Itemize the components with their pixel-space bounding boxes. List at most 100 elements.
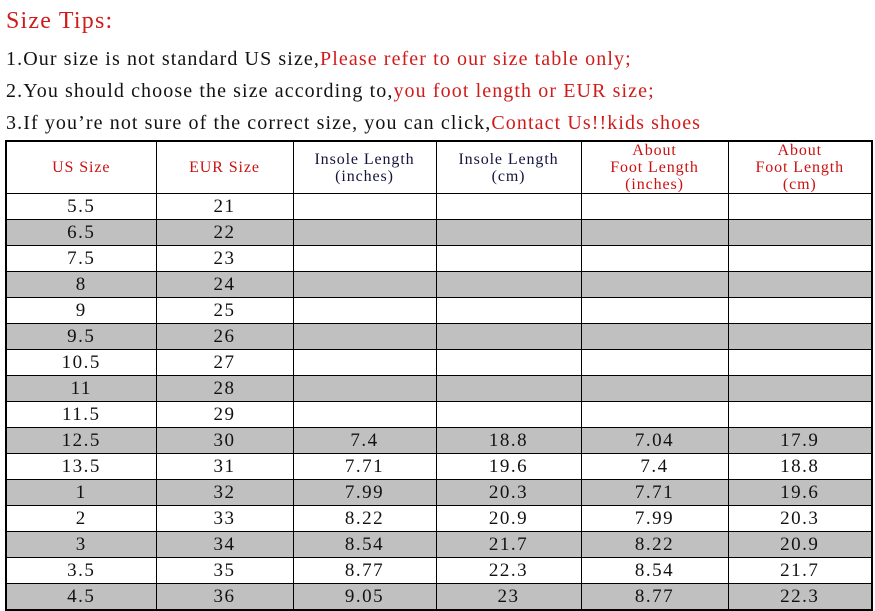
- cell-foot_in: [580, 271, 729, 298]
- table-row: 5.5 21: [5, 193, 873, 220]
- cell-us: 1: [5, 479, 157, 506]
- size-table-container: US Size EUR Size Insole Length (inches) Inso…: [5, 140, 873, 611]
- cell-foot_in: [580, 323, 729, 350]
- tip-1-number: 1.: [6, 48, 24, 70]
- tip-3-red-contact-link[interactable]: Contact Us!!kids shoes: [491, 112, 701, 134]
- cell-foot_cm: [727, 375, 873, 402]
- table-row: 12.5 30 7.4 18.8 7.04 17.9: [5, 427, 873, 454]
- cell-insole_in: [292, 245, 437, 272]
- cell-insole_in: [292, 193, 437, 220]
- cell-eur: 24: [155, 271, 294, 298]
- column-header-4-line-1: Foot Length: [610, 159, 699, 176]
- cell-foot_in: [580, 375, 729, 402]
- cell-us: 7.5: [5, 245, 157, 272]
- column-header-5-line-2: (cm): [782, 176, 817, 193]
- table-row: 10.5 27: [5, 349, 873, 376]
- tip-3-black-text: If you’re not sure of the correct size, …: [23, 112, 492, 134]
- cell-us: 6.5: [5, 219, 157, 246]
- cell-foot_cm: [727, 323, 873, 350]
- cell-foot_in: [580, 193, 729, 220]
- size-tips-heading: Size Tips:: [6, 8, 114, 34]
- cell-eur: 28: [155, 375, 294, 402]
- column-header-5-line-1: Foot Length: [755, 159, 845, 176]
- table-row: 13.5 31 7.71 19.6 7.4 18.8: [5, 453, 873, 480]
- table-row: 9 25: [5, 297, 873, 324]
- cell-foot_cm: 20.3: [727, 505, 873, 532]
- table-row: 3 34 8.54 21.7 8.22 20.9: [5, 531, 873, 558]
- cell-us: 8: [5, 271, 157, 298]
- tip-1-black-text: Our size is not standard US size,: [23, 48, 321, 70]
- cell-insole_cm: 20.9: [435, 505, 582, 532]
- table-row: 9.5 26: [5, 323, 873, 350]
- size-table-body: 5.5 21 6.5 22 7.5 23 8 24 9 25 9.5 26 10.5 27 11 28 11.5…: [5, 193, 873, 611]
- cell-foot_in: 8.22: [580, 531, 729, 558]
- cell-insole_cm: 20.3: [435, 479, 582, 506]
- cell-eur: 32: [155, 479, 294, 506]
- cell-foot_cm: [727, 349, 873, 376]
- cell-us: 4.5: [5, 583, 157, 611]
- cell-us: 12.5: [5, 427, 157, 454]
- cell-insole_in: [292, 349, 437, 376]
- cell-us: 3.5: [5, 557, 157, 584]
- cell-insole_cm: [435, 193, 582, 220]
- table-row: 11.5 29: [5, 401, 873, 428]
- cell-eur: 34: [155, 531, 294, 558]
- table-row: 6.5 22: [5, 219, 873, 246]
- cell-foot_in: 7.04: [580, 427, 729, 454]
- tip-3-number: 3.: [6, 112, 24, 134]
- cell-eur: 30: [155, 427, 294, 454]
- cell-eur: 21: [155, 193, 294, 220]
- table-row: 8 24: [5, 271, 873, 298]
- cell-insole_cm: [435, 219, 582, 246]
- cell-foot_cm: 17.9: [727, 427, 873, 454]
- table-row: 4.5 36 9.05 23 8.77 22.3: [5, 583, 873, 611]
- cell-insole_cm: 22.3: [435, 557, 582, 584]
- cell-eur: 33: [155, 505, 294, 532]
- column-header-1-line-0: EUR Size: [189, 159, 260, 176]
- cell-us: 2: [5, 505, 157, 532]
- cell-insole_in: 7.4: [292, 427, 437, 454]
- cell-foot_cm: 22.3: [727, 583, 873, 611]
- cell-insole_in: 9.05: [292, 583, 437, 611]
- tip-1-red-text: Please refer to our size table only;: [320, 48, 632, 70]
- cell-foot_in: [580, 401, 729, 428]
- cell-eur: 23: [155, 245, 294, 272]
- cell-insole_cm: 23: [435, 583, 582, 611]
- column-header-2: Insole Length (inches): [292, 140, 437, 194]
- cell-insole_in: 8.54: [292, 531, 437, 558]
- column-header-3-line-1: (cm): [491, 167, 526, 185]
- size-table-head: US Size EUR Size Insole Length (inches) Inso…: [5, 140, 873, 194]
- cell-us: 11.5: [5, 401, 157, 428]
- table-row: 3.5 35 8.77 22.3 8.54 21.7: [5, 557, 873, 584]
- cell-eur: 27: [155, 349, 294, 376]
- cell-foot_in: 7.99: [580, 505, 729, 532]
- tip-line-1: 1.Our size is not standard US size,Pleas…: [6, 47, 632, 71]
- cell-foot_cm: 21.7: [727, 557, 873, 584]
- cell-foot_cm: [727, 193, 873, 220]
- column-header-5: About Foot Length (cm): [727, 140, 873, 194]
- cell-us: 13.5: [5, 453, 157, 480]
- cell-us: 11: [5, 375, 157, 402]
- cell-us: 3: [5, 531, 157, 558]
- cell-insole_cm: [435, 349, 582, 376]
- cell-insole_in: [292, 401, 437, 428]
- tip-2-number: 2.: [6, 80, 24, 102]
- tip-2-red-text: you foot length or EUR size;: [393, 80, 655, 102]
- size-table: US Size EUR Size Insole Length (inches) Inso…: [5, 140, 873, 611]
- table-header-row: US Size EUR Size Insole Length (inches) Inso…: [5, 140, 873, 194]
- cell-insole_cm: 18.8: [435, 427, 582, 454]
- cell-insole_cm: [435, 323, 582, 350]
- cell-insole_in: 8.77: [292, 557, 437, 584]
- cell-insole_in: [292, 297, 437, 324]
- size-tips-section: Size Tips: 1.Our size is not standard US…: [0, 0, 875, 140]
- column-header-1: EUR Size: [155, 140, 294, 194]
- column-header-0: US Size: [5, 140, 157, 194]
- tip-line-3: 3.If you’re not sure of the correct size…: [6, 111, 701, 135]
- cell-insole_in: 7.71: [292, 453, 437, 480]
- cell-foot_in: 8.77: [580, 583, 729, 611]
- column-header-0-line-0: US Size: [52, 159, 111, 176]
- cell-insole_in: 8.22: [292, 505, 437, 532]
- cell-foot_in: 7.4: [580, 453, 729, 480]
- column-header-4: About Foot Length (inches): [580, 140, 729, 194]
- cell-insole_cm: [435, 297, 582, 324]
